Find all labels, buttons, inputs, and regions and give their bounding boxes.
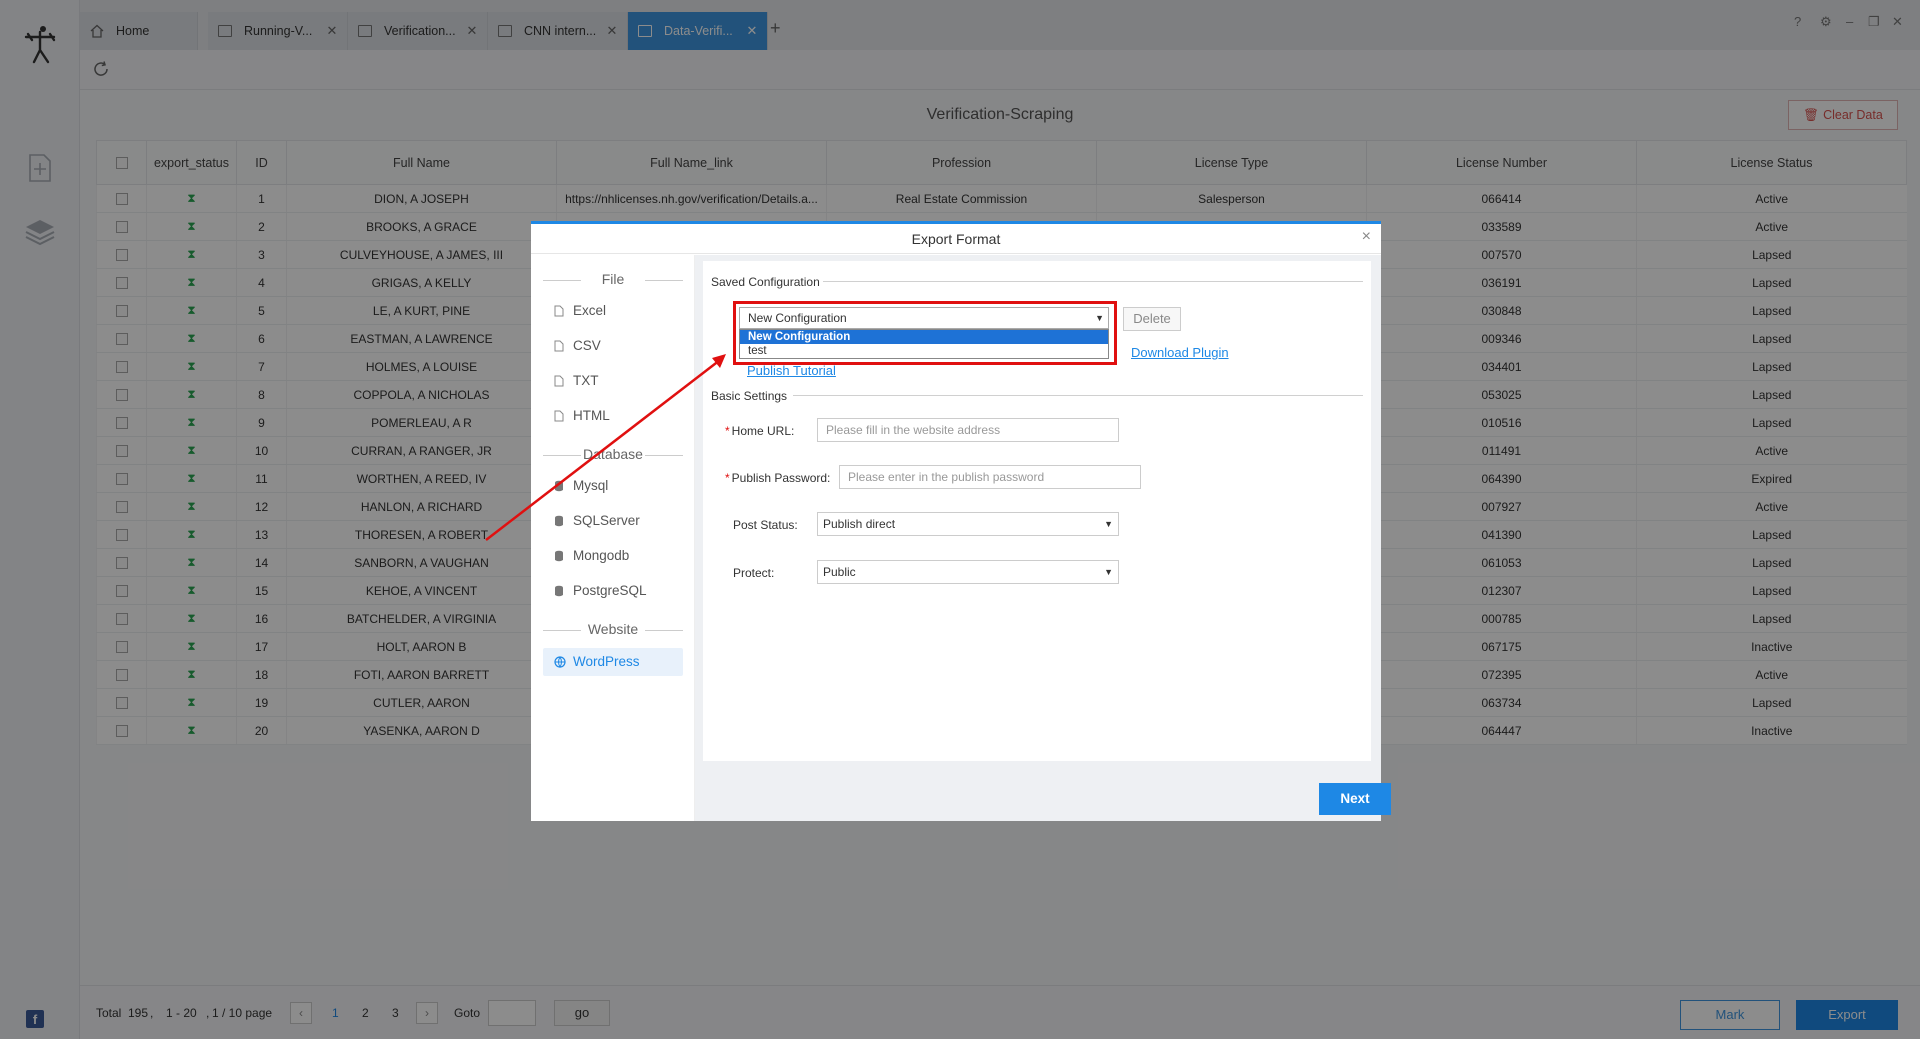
export-format-dialog: Export Format × File Excel CSV TXT HTML … bbox=[531, 221, 1391, 821]
home-url-input[interactable]: Please fill in the website address bbox=[817, 418, 1119, 442]
dialog-title: Export Format bbox=[531, 224, 1381, 254]
protect-value: Public bbox=[823, 565, 856, 579]
section-database: Database bbox=[543, 446, 683, 462]
saved-configuration-label: Saved Configuration bbox=[711, 275, 820, 289]
divider bbox=[793, 395, 1363, 396]
format-item-wordpress[interactable]: WordPress bbox=[543, 648, 683, 676]
database-icon bbox=[555, 515, 563, 527]
home-url-label: * Home URL: bbox=[725, 424, 795, 438]
post-status-label: Post Status: bbox=[733, 518, 798, 532]
publish-password-input[interactable]: Please enter in the publish password bbox=[839, 465, 1141, 489]
format-label: WordPress bbox=[573, 654, 640, 669]
format-item-txt[interactable]: TXT bbox=[543, 367, 683, 395]
publish-tutorial-link[interactable]: Publish Tutorial bbox=[747, 363, 836, 378]
format-item-csv[interactable]: CSV bbox=[543, 332, 683, 360]
format-item-excel[interactable]: Excel bbox=[543, 297, 683, 325]
protect-select[interactable]: Public ▼ bbox=[817, 560, 1119, 584]
chevron-down-icon: ▼ bbox=[1104, 519, 1113, 529]
database-icon bbox=[555, 480, 563, 492]
format-item-mysql[interactable]: Mysql bbox=[543, 472, 683, 500]
post-status-value: Publish direct bbox=[823, 517, 896, 531]
format-item-html[interactable]: HTML bbox=[543, 402, 683, 430]
format-label: SQLServer bbox=[573, 513, 640, 528]
publish-password-label: * Publish Password: bbox=[725, 471, 831, 485]
next-button[interactable]: Next bbox=[1319, 783, 1391, 815]
file-icon bbox=[554, 305, 564, 317]
format-label: CSV bbox=[573, 338, 601, 353]
section-website: Website bbox=[543, 621, 683, 637]
divider bbox=[823, 281, 1363, 282]
basic-settings-label: Basic Settings bbox=[711, 389, 788, 403]
format-item-postgresql[interactable]: PostgreSQL bbox=[543, 577, 683, 605]
format-label: Mongodb bbox=[573, 548, 630, 563]
format-label: Excel bbox=[573, 303, 607, 318]
close-icon[interactable]: × bbox=[1362, 228, 1371, 246]
protect-label: Protect: bbox=[733, 566, 775, 580]
database-icon bbox=[555, 585, 563, 597]
file-icon bbox=[554, 375, 564, 387]
format-item-sqlserver[interactable]: SQLServer bbox=[543, 507, 683, 535]
format-label: HTML bbox=[573, 408, 610, 423]
globe-icon bbox=[554, 656, 566, 668]
post-status-select[interactable]: Publish direct ▼ bbox=[817, 512, 1119, 536]
config-panel: Saved Configuration New Configuration ▼ … bbox=[703, 261, 1371, 761]
format-label: PostgreSQL bbox=[573, 583, 647, 598]
format-label: Mysql bbox=[573, 478, 609, 493]
database-icon bbox=[555, 550, 563, 562]
highlight-box bbox=[733, 301, 1117, 365]
download-plugin-link[interactable]: Download Plugin bbox=[1131, 345, 1229, 360]
file-icon bbox=[554, 410, 564, 422]
format-sidebar: File Excel CSV TXT HTML Database Mysql S… bbox=[531, 255, 695, 821]
format-item-mongodb[interactable]: Mongodb bbox=[543, 542, 683, 570]
section-file: File bbox=[543, 271, 683, 287]
format-label: TXT bbox=[573, 373, 599, 388]
file-icon bbox=[554, 340, 564, 352]
config-area: Saved Configuration New Configuration ▼ … bbox=[695, 255, 1391, 821]
delete-button[interactable]: Delete bbox=[1123, 307, 1181, 331]
chevron-down-icon: ▼ bbox=[1104, 567, 1113, 577]
